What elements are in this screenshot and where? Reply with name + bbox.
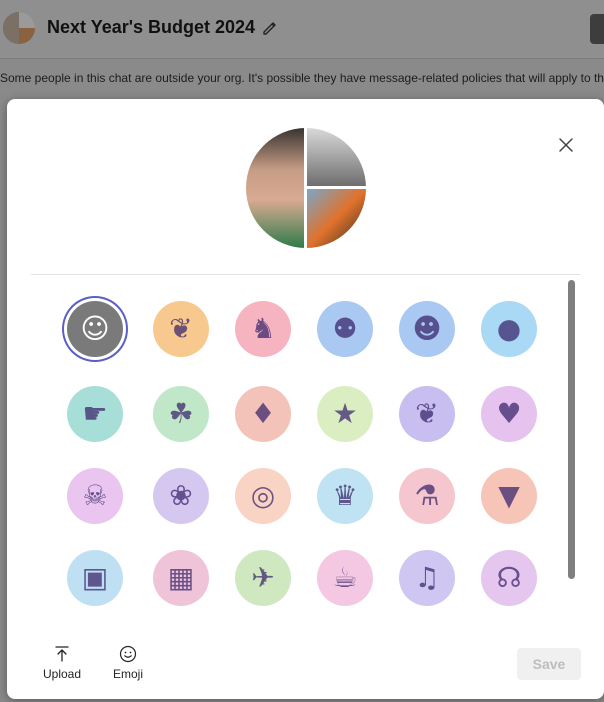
thinking-face-icon[interactable]: ☻ — [399, 301, 455, 357]
handshake-icon[interactable]: ❦ — [399, 386, 455, 442]
helping-hand-icon[interactable]: ☛ — [67, 386, 123, 442]
calendar-icon[interactable]: ▦ — [153, 550, 209, 606]
upload-icon — [55, 646, 69, 662]
camera-icon-glyph: ▣ — [81, 561, 109, 594]
member-photo — [307, 128, 366, 186]
external-org-notice: Some people in this chat are outside you… — [0, 71, 604, 85]
people-group-icon[interactable]: ☺ — [67, 301, 123, 357]
bell-icon[interactable]: ♫ — [399, 550, 455, 606]
rocket-icon[interactable]: ✈ — [235, 550, 291, 606]
heart-hands-icon[interactable]: ♥ — [481, 386, 537, 442]
upload-button[interactable]: Upload — [43, 645, 81, 681]
ice-cream-icon[interactable]: ▼ — [481, 468, 537, 524]
rocket-icon-glyph: ✈ — [251, 561, 275, 594]
octopus-icon-glyph: ❀ — [169, 479, 193, 512]
boombox-icon-glyph: ☊ — [496, 561, 522, 594]
earth-icon[interactable]: ● — [481, 301, 537, 357]
save-button[interactable]: Save — [517, 648, 581, 680]
chat-avatar[interactable] — [3, 12, 35, 44]
unicorn-icon-glyph: ♞ — [250, 312, 276, 345]
monster-icon-glyph: ☠ — [82, 479, 108, 512]
scrollbar[interactable] — [568, 280, 575, 579]
teacup-icon-glyph: ☕ — [332, 561, 358, 594]
close-icon[interactable] — [555, 134, 577, 156]
heart-hands-icon-glyph: ♥ — [496, 397, 522, 430]
chat-title: Next Year's Budget 2024 — [47, 17, 256, 37]
star-wand-icon-glyph: ★ — [332, 397, 358, 430]
bell-icon-glyph: ♫ — [414, 561, 440, 594]
people-group-icon-glyph: ☺ — [80, 312, 110, 345]
octopus-icon[interactable]: ❀ — [153, 468, 209, 524]
handshake-icon-glyph: ❦ — [415, 397, 439, 430]
member-photo — [307, 189, 366, 248]
potion-icon[interactable]: ⚗ — [399, 468, 455, 524]
corner-action-button[interactable] — [590, 14, 604, 44]
emoji-label: Emoji — [113, 667, 144, 681]
donut-icon[interactable]: ◎ — [235, 468, 291, 524]
star-wand-icon[interactable]: ★ — [317, 386, 373, 442]
thinking-face-icon-glyph: ☻ — [412, 312, 442, 345]
calendar-icon-glyph: ▦ — [167, 561, 195, 594]
chat-header: Next Year's Budget 2024 — [0, 0, 604, 59]
potion-icon-glyph: ⚗ — [414, 479, 440, 512]
flame-hands-icon[interactable]: ♦ — [235, 386, 291, 442]
donut-icon-glyph: ◎ — [250, 479, 276, 512]
plant-in-hand-icon-glyph: ☘ — [168, 397, 194, 430]
dog-icon-glyph: ⚉ — [332, 312, 358, 345]
teacup-icon[interactable]: ☕ — [317, 550, 373, 606]
member-photo — [246, 128, 304, 248]
rabbit-hat-icon[interactable]: ♛ — [317, 468, 373, 524]
monster-icon[interactable]: ☠ — [67, 468, 123, 524]
camera-icon[interactable]: ▣ — [67, 550, 123, 606]
boombox-icon[interactable]: ☊ — [481, 550, 537, 606]
unicorn-icon[interactable]: ♞ — [235, 301, 291, 357]
helping-hand-icon-glyph: ☛ — [82, 397, 108, 430]
group-photo-preview — [246, 128, 366, 248]
upload-label: Upload — [43, 667, 82, 681]
divider — [31, 274, 580, 275]
ice-cream-icon-glyph: ▼ — [498, 479, 520, 512]
bug-icon[interactable]: ❦ — [153, 301, 209, 357]
bug-icon-glyph: ❦ — [169, 312, 193, 345]
smiley-icon — [119, 645, 137, 663]
flame-hands-icon-glyph: ♦ — [250, 397, 276, 430]
dog-icon[interactable]: ⚉ — [317, 301, 373, 357]
group-image-dialog: ☺ ❦ ♞ ⚉ ☻ ● ☛ ☘ ♦ ★ ❦ ♥ ☠ ❀ ◎ ♛ ⚗ ▼ ▣ ▦ ✈ ☕ ♫ ☊ Upload Emoji Sa… — [7, 99, 604, 699]
emoji-button[interactable]: Emoji — [113, 645, 143, 681]
rabbit-hat-icon-glyph: ♛ — [332, 479, 358, 512]
pencil-edit-icon[interactable] — [261, 19, 279, 37]
earth-icon-glyph: ● — [496, 312, 522, 345]
plant-in-hand-icon[interactable]: ☘ — [153, 386, 209, 442]
